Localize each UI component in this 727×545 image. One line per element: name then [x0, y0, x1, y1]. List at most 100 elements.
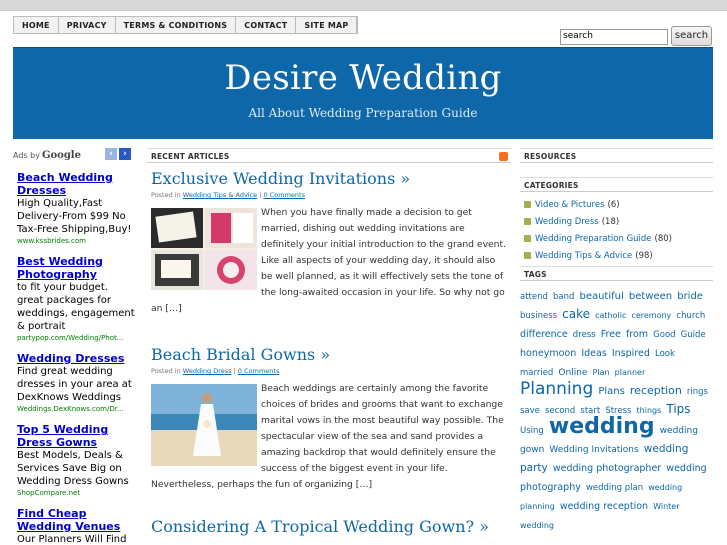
- tag-link[interactable]: from: [626, 329, 648, 340]
- post-title[interactable]: Considering A Tropical Wedding Gown? »: [151, 517, 511, 536]
- folder-icon: [524, 218, 531, 225]
- post-title[interactable]: Beach Bridal Gowns »: [151, 345, 511, 364]
- ad-title[interactable]: Wedding Dresses: [17, 352, 135, 365]
- category-name[interactable]: Wedding Preparation Guide: [535, 234, 652, 244]
- tag-link[interactable]: Look: [655, 349, 675, 359]
- ad-url[interactable]: Weddings.DexKnows.com/Dr...: [17, 404, 135, 414]
- post-excerpt: When you have finally made a decision to…: [147, 205, 511, 317]
- ad-body: Best Models, Deals & Services Save Big o…: [17, 450, 129, 487]
- nav-site-map[interactable]: SITE MAP: [296, 17, 358, 33]
- post-category-link[interactable]: Wedding Dress: [183, 367, 232, 375]
- category-item[interactable]: Wedding Dress (18): [524, 213, 713, 230]
- invitations-thumbnail[interactable]: [151, 208, 257, 290]
- ad-unit: Wedding Dresses Find great wedding dresse…: [13, 352, 135, 414]
- tag-link[interactable]: Plan: [593, 368, 610, 377]
- tag-link[interactable]: wedding: [549, 414, 655, 439]
- bridal-gown-thumbnail[interactable]: [151, 384, 257, 466]
- meta-separator: |: [233, 367, 236, 375]
- tag-link[interactable]: bride: [677, 291, 703, 302]
- tag-link[interactable]: wedding reception: [560, 501, 648, 512]
- tag-link[interactable]: wedding plan: [586, 483, 643, 493]
- tag-link[interactable]: Plans: [598, 386, 624, 397]
- post-excerpt-more: an […]: [151, 303, 182, 314]
- post-title[interactable]: Exclusive Wedding Invitations »: [151, 169, 511, 188]
- tag-link[interactable]: church: [676, 311, 705, 321]
- search-button[interactable]: search: [671, 26, 712, 46]
- tag-link[interactable]: business: [520, 311, 557, 321]
- recent-articles-header: RECENT ARTICLES: [147, 148, 511, 163]
- tag-link[interactable]: dress: [573, 330, 596, 340]
- ad-body: Our Planners Will Find: [17, 534, 127, 545]
- nav-privacy[interactable]: PRIVACY: [59, 17, 116, 33]
- category-count: (18): [601, 216, 620, 227]
- right-sidebar: RESOURCES CATEGORIES Video & Pictures (6)…: [520, 148, 713, 534]
- ad-url[interactable]: www.kssbrides.com: [17, 236, 135, 246]
- resources-header: RESOURCES: [520, 148, 713, 163]
- ad-body: High Quality,Fast Delivery-From $99 No T…: [17, 198, 132, 235]
- category-count: (98): [635, 250, 653, 261]
- ad-url[interactable]: ShopCompare.net: [17, 488, 135, 498]
- tag-link[interactable]: planner: [615, 368, 646, 377]
- site-tagline: All About Wedding Preparation Guide: [248, 106, 478, 120]
- categories-label: CATEGORIES: [524, 181, 579, 190]
- tag-link[interactable]: attend: [520, 292, 548, 302]
- tag-link[interactable]: Free: [601, 329, 621, 340]
- nav-contact[interactable]: CONTACT: [236, 17, 297, 33]
- tag-link[interactable]: Using: [520, 426, 544, 436]
- tag-link[interactable]: Good: [653, 330, 675, 340]
- tag-link[interactable]: married: [520, 368, 553, 378]
- category-item[interactable]: Video & Pictures (6): [524, 196, 713, 213]
- ad-title[interactable]: Top 5 Wedding Dress Gowns: [17, 423, 135, 449]
- tag-link[interactable]: beautiful: [579, 291, 623, 302]
- folder-icon: [524, 252, 531, 259]
- google-ads: Ads by Google ‹ › Beach Wedding Dresses H…: [13, 148, 135, 545]
- ad-title[interactable]: Beach Wedding Dresses: [17, 171, 135, 197]
- category-name[interactable]: Wedding Tips & Advice: [535, 251, 632, 261]
- tag-link[interactable]: cake: [562, 307, 590, 321]
- post-excerpt-more: Nevertheless, perhaps the fun of organiz…: [151, 479, 373, 490]
- tag-link[interactable]: catholic: [595, 311, 626, 320]
- ads-header: Ads by Google ‹ ›: [13, 148, 135, 162]
- tag-link[interactable]: save: [520, 406, 540, 416]
- tag-link[interactable]: band: [553, 292, 574, 302]
- tag-link[interactable]: Tips: [666, 402, 690, 416]
- tag-link[interactable]: Wedding Invitations: [549, 445, 638, 455]
- ad-body: to fit your budget. great packages for w…: [17, 282, 135, 332]
- tag-link[interactable]: Planning: [520, 379, 593, 399]
- nav-home[interactable]: HOME: [14, 17, 59, 33]
- tag-link[interactable]: honeymoon: [520, 348, 576, 359]
- tag-link[interactable]: rings: [687, 387, 708, 397]
- google-logo[interactable]: Google: [42, 150, 81, 161]
- tag-link[interactable]: between: [629, 291, 672, 302]
- ads-next-icon[interactable]: ›: [119, 148, 131, 160]
- tag-link[interactable]: Inspired: [612, 348, 650, 359]
- ads-prev-icon[interactable]: ‹: [105, 148, 117, 160]
- category-name[interactable]: Wedding Dress: [535, 217, 599, 227]
- comments-link[interactable]: 0 Comments: [264, 191, 305, 199]
- posted-in-label: Posted in: [151, 367, 181, 375]
- category-name[interactable]: Video & Pictures: [535, 200, 605, 210]
- nav-terms[interactable]: TERMS & CONDITIONS: [116, 17, 237, 33]
- tag-link[interactable]: wedding: [520, 521, 554, 530]
- search-input[interactable]: search: [560, 29, 668, 45]
- tag-link[interactable]: Online: [558, 368, 587, 378]
- tag-link[interactable]: Winter: [653, 502, 679, 511]
- ad-title[interactable]: Find Cheap Wedding Venues: [17, 507, 135, 533]
- post-meta: Posted in Wedding Dress | 0 Comments: [151, 367, 511, 375]
- tag-link[interactable]: reception: [630, 384, 682, 397]
- post-category-link[interactable]: Wedding Tips & Advice: [183, 191, 257, 199]
- tag-link[interactable]: wedding photographer: [553, 463, 661, 474]
- category-item[interactable]: Wedding Tips & Advice (98): [524, 247, 713, 264]
- tag-link[interactable]: Guide: [681, 330, 706, 340]
- tag-link[interactable]: ceremony: [631, 311, 671, 320]
- ad-title[interactable]: Best Wedding Photography: [17, 255, 135, 281]
- comments-link[interactable]: 0 Comments: [238, 367, 279, 375]
- site-title[interactable]: Desire Wedding: [13, 58, 713, 98]
- category-item[interactable]: Wedding Preparation Guide (80): [524, 230, 713, 247]
- rss-icon[interactable]: [499, 152, 508, 161]
- meta-separator: |: [259, 191, 262, 199]
- ad-url[interactable]: partypop.com/Wedding/Phot...: [17, 333, 135, 343]
- tag-link[interactable]: Ideas: [581, 348, 606, 359]
- post: Beach Bridal Gowns » Posted in Wedding D…: [147, 345, 511, 493]
- tag-link[interactable]: difference: [520, 329, 568, 340]
